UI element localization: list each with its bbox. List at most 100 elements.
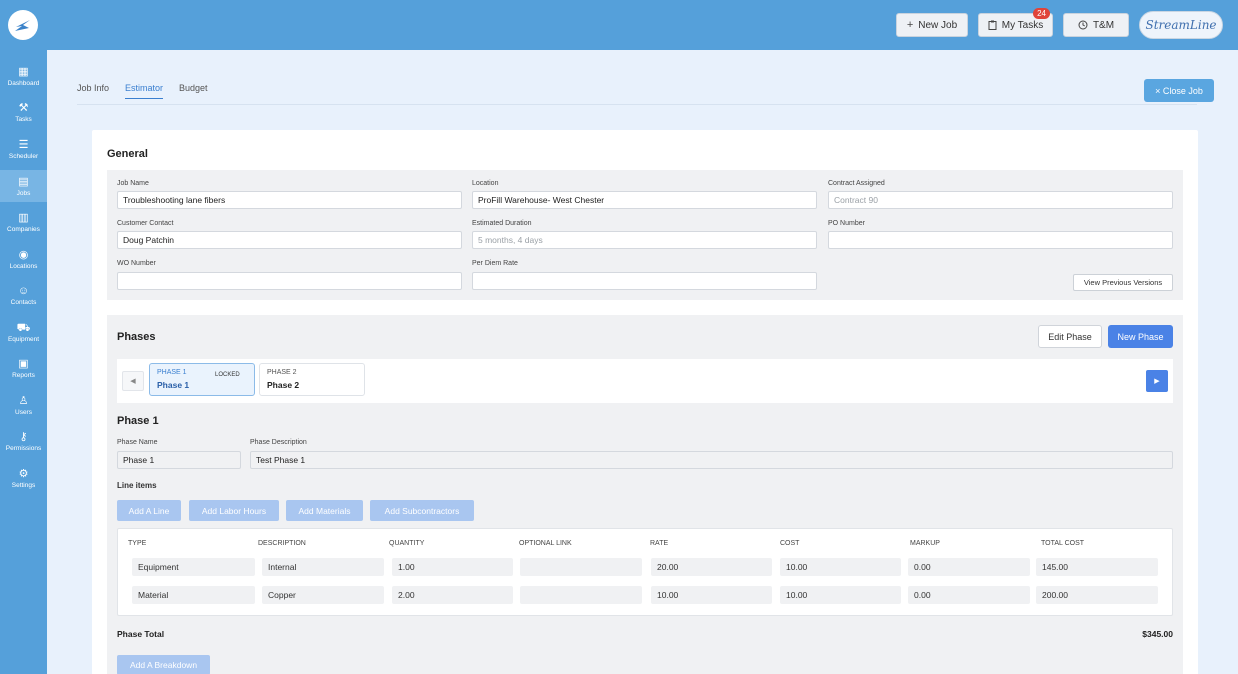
phase-total-label: Phase Total <box>117 629 165 639</box>
table-header: RATE <box>650 540 669 547</box>
job-name-field[interactable]: Troubleshooting lane fibers <box>117 191 462 209</box>
truck-icon: ⛟ <box>16 321 31 334</box>
contract-field[interactable]: Contract 90 <box>828 191 1173 209</box>
edit-phase-button[interactable]: Edit Phase <box>1038 325 1102 348</box>
tabs-divider <box>77 104 1197 105</box>
sidebar-item-companies[interactable]: ▥ Companies <box>0 206 47 238</box>
location-field[interactable]: ProFill Warehouse- West Chester <box>472 191 817 209</box>
add-line-button[interactable]: Add A Line <box>117 500 181 521</box>
sidebar-item-users[interactable]: ♙ Users <box>0 389 47 421</box>
po-field[interactable] <box>828 231 1173 249</box>
wrench-icon: ⚒ <box>18 101 29 114</box>
cost-cell[interactable]: 10.00 <box>780 558 901 576</box>
building-icon: ▥ <box>18 211 29 224</box>
duration-field[interactable]: 5 months, 4 days <box>472 231 817 249</box>
table-header: MARKUP <box>910 540 940 547</box>
phase-desc-field[interactable]: Test Phase 1 <box>250 451 1173 469</box>
quantity-cell[interactable]: 2.00 <box>392 586 513 604</box>
sidebar: ▦ Dashboard ⚒ Tasks ☰ Scheduler ▤ Jobs ▥… <box>0 50 47 674</box>
app-logo[interactable] <box>8 10 38 40</box>
phase-total-value: $345.00 <box>1142 629 1173 639</box>
main-content: Job Info Estimator Budget × Close Job Ge… <box>47 50 1238 674</box>
carousel-next-button[interactable]: ▶ <box>1146 370 1168 392</box>
table-header: QUANTITY <box>389 540 425 547</box>
sidebar-item-contacts[interactable]: ☺ Contacts <box>0 279 47 311</box>
total-cost-cell[interactable]: 145.00 <box>1036 558 1158 576</box>
chevron-left-icon: ◀ <box>130 378 136 385</box>
sidebar-item-settings[interactable]: ⚙ Settings <box>0 462 47 494</box>
sidebar-item-permissions[interactable]: ⚷ Permissions <box>0 425 47 457</box>
new-phase-button[interactable]: New Phase <box>1108 325 1173 348</box>
line-items-label: Line items <box>117 481 157 490</box>
sidebar-item-tasks[interactable]: ⚒ Tasks <box>0 96 47 128</box>
clock-icon <box>1078 20 1088 30</box>
pin-icon: ◉ <box>18 248 29 261</box>
table-header: DESCRIPTION <box>258 540 306 547</box>
sidebar-item-locations[interactable]: ◉ Locations <box>0 243 47 275</box>
key-icon: ⚷ <box>19 430 28 443</box>
table-header: OPTIONAL LINK <box>519 540 572 547</box>
close-job-button[interactable]: × Close Job <box>1144 79 1214 102</box>
general-form: Job Name Troubleshooting lane fibers Loc… <box>107 170 1183 300</box>
type-cell[interactable]: Equipment <box>132 558 255 576</box>
location-label: Location <box>472 180 499 187</box>
clipboard-icon <box>988 20 997 30</box>
contract-label: Contract Assigned <box>828 180 885 187</box>
optional-link-cell[interactable] <box>520 558 642 576</box>
add-labor-hours-button[interactable]: Add Labor Hours <box>189 500 279 521</box>
wo-label: WO Number <box>117 260 156 267</box>
my-tasks-button[interactable]: My Tasks 24 <box>978 8 1053 37</box>
new-job-button[interactable]: + New Job <box>896 13 968 37</box>
po-label: PO Number <box>828 220 865 227</box>
rate-cell[interactable]: 10.00 <box>651 586 772 604</box>
phase-desc-label: Phase Description <box>250 439 307 446</box>
table-header: COST <box>780 540 800 547</box>
sidebar-item-jobs[interactable]: ▤ Jobs <box>0 170 47 202</box>
user-icon: ♙ <box>18 394 29 407</box>
phases-title: Phases <box>117 331 156 343</box>
duration-label: Estimated Duration <box>472 220 532 227</box>
general-title: General <box>107 148 148 160</box>
checklist-icon: ☰ <box>18 138 29 151</box>
tab-budget[interactable]: Budget <box>179 83 208 93</box>
markup-cell[interactable]: 0.00 <box>908 586 1030 604</box>
tab-job-info[interactable]: Job Info <box>77 83 109 93</box>
carousel-prev-button[interactable]: ◀ <box>122 371 144 391</box>
tm-button[interactable]: T&M <box>1063 13 1129 37</box>
locked-badge: LOCKED <box>215 372 240 378</box>
rate-cell[interactable]: 20.00 <box>651 558 772 576</box>
phase-card-2[interactable]: PHASE 2 Phase 2 <box>259 363 365 396</box>
markup-cell[interactable]: 0.00 <box>908 558 1030 576</box>
sidebar-item-equipment[interactable]: ⛟ Equipment <box>0 316 47 348</box>
description-cell[interactable]: Internal <box>262 558 384 576</box>
add-materials-button[interactable]: Add Materials <box>286 500 363 521</box>
tasks-count-badge: 24 <box>1033 8 1050 19</box>
description-cell[interactable]: Copper <box>262 586 384 604</box>
type-cell[interactable]: Material <box>132 586 255 604</box>
wo-field[interactable] <box>117 272 462 290</box>
perdiem-field[interactable] <box>472 272 817 290</box>
add-subcontractors-button[interactable]: Add Subcontractors <box>370 500 474 521</box>
cost-cell[interactable]: 10.00 <box>780 586 901 604</box>
optional-link-cell[interactable] <box>520 586 642 604</box>
view-previous-versions-button[interactable]: View Previous Versions <box>1073 274 1173 291</box>
tab-estimator[interactable]: Estimator <box>125 83 164 99</box>
table-header: TOTAL COST <box>1041 540 1085 547</box>
phase-name-field[interactable]: Phase 1 <box>117 451 241 469</box>
phase-card-1[interactable]: PHASE 1 LOCKED Phase 1 <box>149 363 255 396</box>
customer-field[interactable]: Doug Patchin <box>117 231 462 249</box>
brand-logo[interactable]: StreamLine <box>1139 11 1223 39</box>
gear-icon: ⚙ <box>18 467 29 480</box>
line-items-table: TYPE DESCRIPTION QUANTITY OPTIONAL LINK … <box>117 528 1173 616</box>
dashboard-icon: ▦ <box>18 65 29 78</box>
quantity-cell[interactable]: 1.00 <box>392 558 513 576</box>
sidebar-item-scheduler[interactable]: ☰ Scheduler <box>0 133 47 165</box>
add-breakdown-button[interactable]: Add A Breakdown <box>117 655 210 674</box>
perdiem-label: Per Diem Rate <box>472 260 518 267</box>
total-cost-cell[interactable]: 200.00 <box>1036 586 1158 604</box>
sidebar-item-reports[interactable]: ▣ Reports <box>0 352 47 384</box>
plus-icon: + <box>906 19 914 31</box>
customer-label: Customer Contact <box>117 220 174 227</box>
clipboard-icon: ▣ <box>18 357 29 370</box>
sidebar-item-dashboard[interactable]: ▦ Dashboard <box>0 60 47 92</box>
